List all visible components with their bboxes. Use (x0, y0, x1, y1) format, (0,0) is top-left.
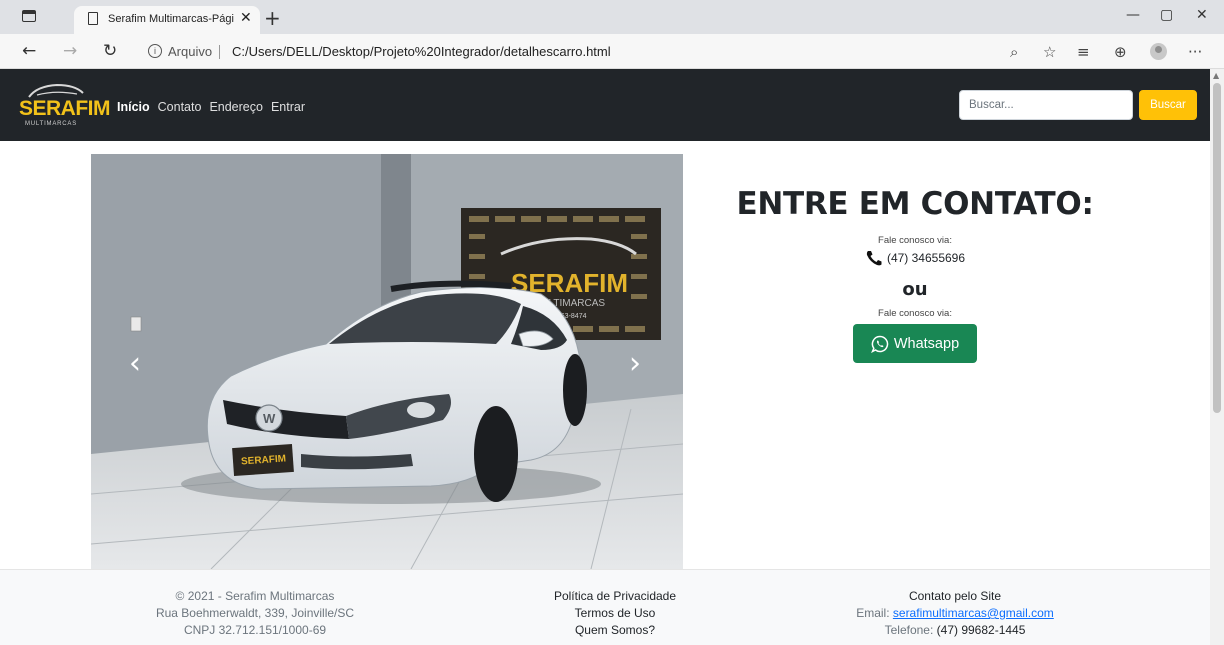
favorite-add-icon[interactable]: ☆ (1043, 43, 1056, 61)
collections-icon[interactable]: ⊕ (1114, 43, 1127, 61)
phone-icon (866, 251, 882, 266)
site-footer: © 2021 - Serafim Multimarcas Rua Boehmer… (0, 569, 1210, 645)
car-carousel: SERAFIM MULTIMARCAS 9963-8474 W SERAFIM … (91, 154, 683, 569)
nav-link-endereco[interactable]: Endereço (209, 100, 263, 114)
contact-phone[interactable]: (47) 34655696 (700, 250, 1130, 266)
tab-actions-icon[interactable] (22, 10, 36, 22)
footer-address: Rua Boehmerwaldt, 339, Joinville/SC (155, 606, 355, 620)
contact-heading: ENTRE EM CONTATO: (736, 186, 1094, 222)
back-icon[interactable]: ← (22, 41, 36, 61)
search-button[interactable]: Buscar (1139, 90, 1197, 120)
browser-tab[interactable]: Serafim Multimarcas-Página Inicial ✕ (74, 6, 260, 34)
nav-link-entrar[interactable]: Entrar (271, 100, 305, 114)
minimize-button[interactable]: — (1126, 7, 1140, 23)
footer-link-privacy[interactable]: Política de Privacidade (490, 588, 740, 605)
site-navbar: SERAFIM MULTIMARCAS Início Contato Ender… (0, 69, 1210, 141)
footer-phone-number: (47) 99682-1445 (936, 623, 1026, 637)
contact-panel: ENTRE EM CONTATO: Fale conosco via: (47)… (700, 186, 1130, 363)
footer-email-link[interactable]: serafimultimarcas@gmail.com (893, 606, 1054, 620)
footer-company-info: © 2021 - Serafim Multimarcas Rua Boehmer… (130, 588, 380, 639)
car-photo: SERAFIM MULTIMARCAS 9963-8474 W SERAFIM (91, 154, 683, 569)
footer-phone-line: Telefone: (47) 99682-1445 (810, 622, 1100, 639)
zoom-icon[interactable]: ⌕ (1010, 43, 1018, 61)
whatsapp-label: Whatsapp (893, 335, 960, 352)
page-scrollbar[interactable]: ▲ (1210, 69, 1224, 645)
favorites-icon[interactable]: ≡ (1077, 43, 1090, 61)
nav-links: Início Contato Endereço Entrar (117, 100, 305, 114)
profile-icon[interactable] (1150, 43, 1167, 60)
scroll-up-icon[interactable]: ▲ (1213, 71, 1219, 80)
forward-icon[interactable]: → (63, 41, 77, 61)
contact-via-label-2: Fale conosco via: (878, 308, 952, 319)
close-window-button[interactable]: ✕ (1196, 7, 1208, 23)
svg-text:W: W (263, 411, 276, 426)
contact-via-label: Fale conosco via: (878, 235, 952, 246)
tab-title: Serafim Multimarcas-Página Inicial (108, 13, 234, 25)
footer-email-label: Email: (856, 606, 890, 620)
footer-copyright: © 2021 - Serafim Multimarcas (175, 589, 335, 603)
footer-contact-title: Contato pelo Site (908, 589, 1002, 603)
browser-tab-bar: Serafim Multimarcas-Página Inicial ✕ + —… (0, 0, 1224, 34)
footer-cnpj: CNPJ 32.712.151/1000-69 (183, 623, 327, 637)
page-icon (88, 12, 98, 25)
address-url[interactable]: C:/Users/DELL/Desktop/Projeto%20Integrad… (232, 44, 611, 59)
footer-phone-label: Telefone: (884, 623, 934, 637)
logo-text: SERAFIM (19, 97, 111, 120)
info-icon[interactable]: i (148, 44, 162, 58)
footer-link-about[interactable]: Quem Somos? (490, 622, 740, 639)
whatsapp-button[interactable]: Whatsapp (853, 324, 977, 363)
new-tab-button[interactable]: + (264, 6, 281, 30)
restore-button[interactable]: ▢ (1160, 7, 1173, 23)
refresh-icon[interactable]: ↻ (103, 41, 117, 61)
footer-links: Política de Privacidade Termos de Uso Qu… (490, 588, 740, 639)
address-label: Arquivo (168, 44, 213, 59)
footer-link-terms[interactable]: Termos de Uso (490, 605, 740, 622)
contact-phone-number: (47) 34655696 (886, 251, 966, 265)
carousel-next-button[interactable]: › (629, 349, 641, 379)
whatsapp-icon (870, 335, 889, 353)
carousel-prev-button[interactable]: ‹ (129, 349, 141, 379)
logo-subtext: MULTIMARCAS (25, 121, 78, 127)
footer-email-line: Email: serafimultimarcas@gmail.com (810, 605, 1100, 622)
contact-or-label: ou (902, 279, 928, 300)
footer-contact: Contato pelo Site Email: serafimultimarc… (810, 588, 1100, 639)
more-icon[interactable]: ··· (1188, 43, 1202, 61)
serafim-logo[interactable]: SERAFIM MULTIMARCAS (19, 83, 111, 131)
address-separator (219, 45, 220, 59)
scroll-thumb[interactable] (1213, 83, 1221, 413)
nav-link-contato[interactable]: Contato (158, 100, 202, 114)
address-bar: ← → ↻ i Arquivo C:/Users/DELL/Desktop/Pr… (0, 34, 1224, 69)
nav-link-inicio[interactable]: Início (117, 100, 150, 114)
tab-close-button[interactable]: ✕ (240, 10, 252, 26)
search-input[interactable] (959, 90, 1133, 120)
